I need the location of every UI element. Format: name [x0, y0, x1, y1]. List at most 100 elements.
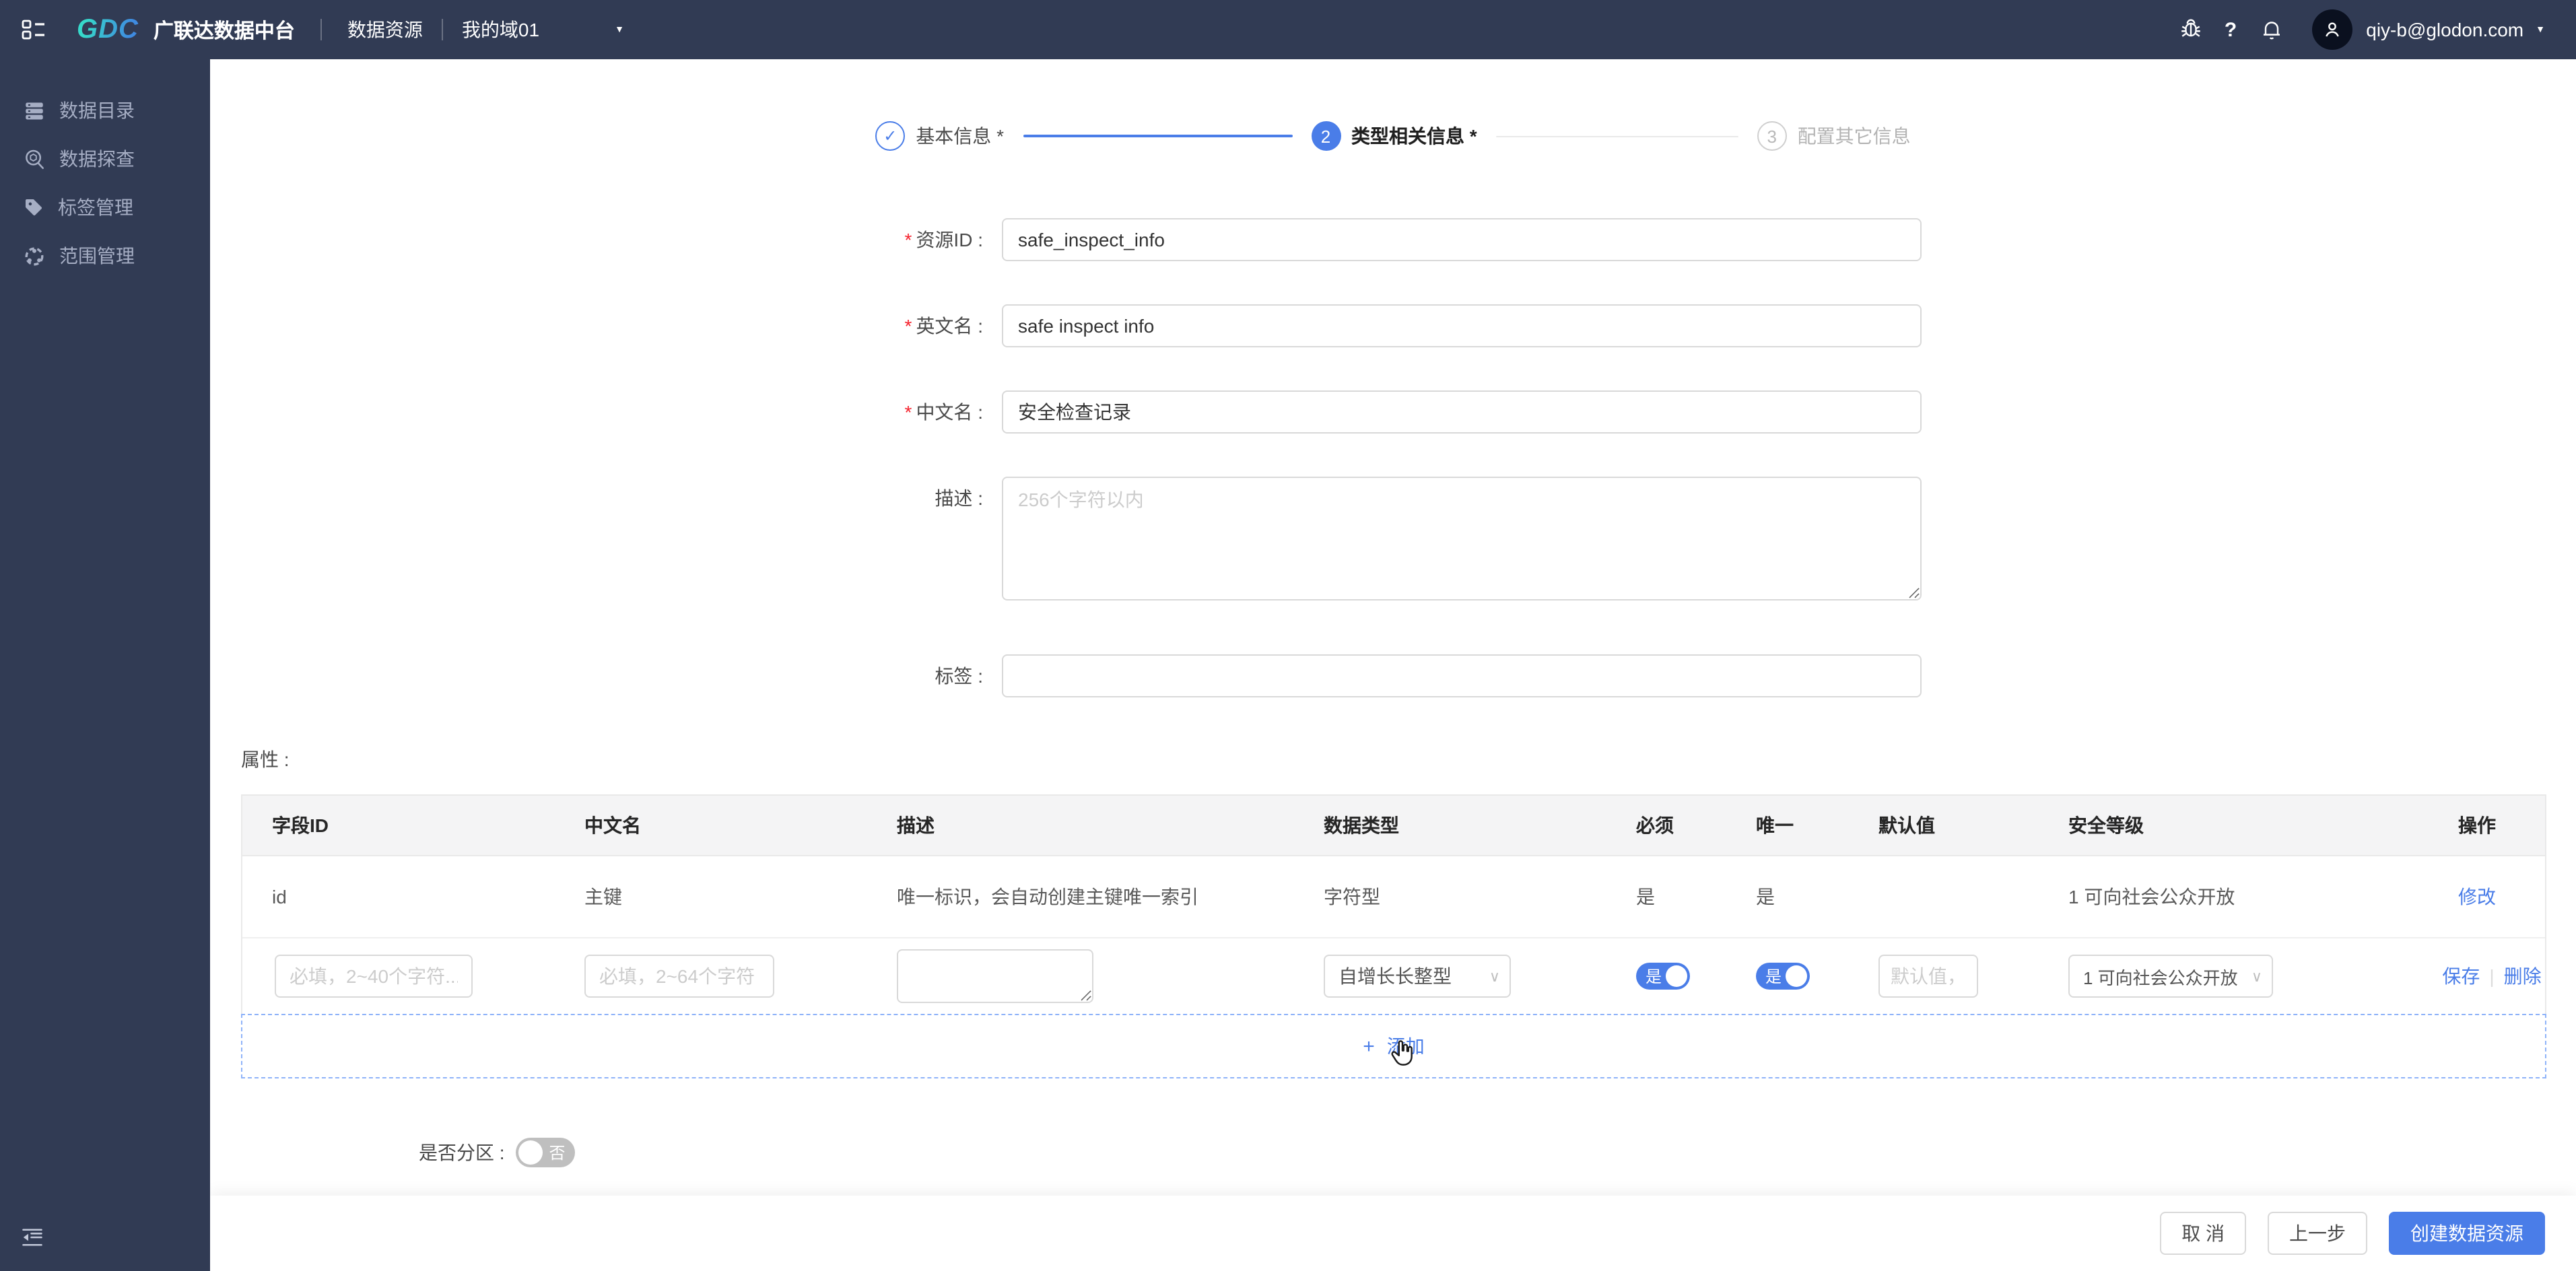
- help-icon[interactable]: ?: [2225, 18, 2237, 41]
- chevron-down-icon: ∨: [1489, 969, 1500, 985]
- chevron-down-icon: ∨: [2251, 969, 2262, 985]
- editor-field-id-input[interactable]: [275, 955, 473, 998]
- cell-field-id: id: [272, 886, 287, 907]
- page: GDC 广联达数据中台 数据资源 我的域01 ▼ ? qiy-b@glodon.…: [0, 0, 2576, 1271]
- sidebar-item-label: 数据目录: [59, 100, 135, 121]
- bug-report-icon[interactable]: [2179, 18, 2203, 42]
- toggle-knob: [518, 1140, 543, 1165]
- table-header-row: 字段ID 中文名 描述 数据类型 必须 唯一 默认值 安全等级 操作: [242, 796, 2545, 856]
- previous-step-button[interactable]: 上一步: [2268, 1212, 2367, 1255]
- resource-id-input[interactable]: [1002, 218, 1922, 261]
- gdc-logo: GDC: [77, 14, 139, 44]
- sidebar-collapse-icon[interactable]: [20, 1225, 44, 1253]
- form-row-resource-id: * 资源ID :: [210, 218, 2576, 261]
- domain-selector-label: 我的域01: [461, 19, 540, 40]
- form-row-tags: 标签 :: [210, 654, 2576, 697]
- person-icon: [2326, 22, 2340, 37]
- explore-search-icon: [26, 149, 44, 169]
- toggle-label: 是: [1765, 967, 1782, 986]
- attributes-section-label: 属性 :: [241, 749, 290, 770]
- attributes-table: 字段ID 中文名 描述 数据类型 必须 唯一 默认值 安全等级 操作 id 主键…: [241, 794, 2546, 1014]
- sidebar-item-scope-management[interactable]: 范围管理: [0, 232, 210, 280]
- description-textarea[interactable]: [1002, 477, 1922, 600]
- nav-data-resource[interactable]: 数据资源: [347, 16, 423, 43]
- notification-bell-icon[interactable]: [2260, 18, 2284, 42]
- cancel-button[interactable]: 取 消: [2160, 1212, 2246, 1255]
- caret-down-icon[interactable]: ▼: [2536, 25, 2545, 34]
- col-header-action: 操作: [2458, 815, 2496, 836]
- add-attribute-label: 添加: [1386, 1035, 1425, 1057]
- chinese-name-label: * 中文名 :: [904, 401, 983, 423]
- col-header-description: 描述: [897, 815, 935, 836]
- footer-action-bar: 取 消 上一步 创建数据资源: [210, 1196, 2576, 1271]
- resource-form: *资源ID : *英文名 : *中文名 : 描述 : 标签 :: [210, 218, 2576, 697]
- sidebar-item-data-explore[interactable]: 数据探查: [0, 135, 210, 183]
- step-indicator: ✓ 基本信息 * 2 类型相关信息 * 3 配置其它信息: [210, 121, 2576, 151]
- delete-link[interactable]: 删除: [2504, 963, 2542, 990]
- caret-down-icon: ▼: [615, 25, 624, 34]
- cell-required: 是: [1636, 886, 1655, 907]
- user-avatar[interactable]: [2312, 9, 2353, 50]
- form-row-chinese-name: * 中文名 :: [210, 390, 2576, 434]
- resource-id-label: * 资源ID :: [904, 229, 983, 250]
- col-header-data-type: 数据类型: [1324, 815, 1399, 836]
- toggle-label: 否: [549, 1144, 566, 1163]
- tags-input[interactable]: [1002, 654, 1922, 697]
- required-mark: *: [904, 401, 912, 423]
- security-value: 1 可向社会公众开放: [2083, 967, 2238, 988]
- cell-unique: 是: [1756, 886, 1775, 907]
- create-data-resource-button[interactable]: 创建数据资源: [2389, 1212, 2545, 1255]
- sidebar-item-label: 标签管理: [58, 197, 133, 218]
- tags-label: 标签 :: [935, 665, 983, 687]
- save-link[interactable]: 保存: [2442, 963, 2480, 990]
- editor-cn-name-input[interactable]: [584, 955, 774, 998]
- cell-cn-name: 主键: [584, 886, 622, 907]
- editor-unique-toggle[interactable]: 是: [1756, 963, 1810, 990]
- data-type-value: 自增长长整型: [1338, 965, 1452, 987]
- header-actions: ? qiy-b@glodon.com ▼: [2179, 9, 2545, 50]
- partition-toggle[interactable]: 否: [515, 1138, 575, 1167]
- step-3-label: 配置其它信息: [1797, 125, 1911, 147]
- app-title: 广联达数据中台: [153, 20, 295, 42]
- col-header-field-id: 字段ID: [272, 815, 329, 836]
- partition-row: 是否分区 : 否: [419, 1138, 2576, 1167]
- editor-default-input[interactable]: [1878, 955, 1978, 998]
- partition-label: 是否分区 :: [419, 1142, 505, 1163]
- table-row-id: id 主键 唯一标识，会自动创建主键唯一索引 字符型 是 是 1 可向社会公众开…: [242, 856, 2545, 938]
- app-header: GDC 广联达数据中台 数据资源 我的域01 ▼ ? qiy-b@glodon.…: [0, 0, 2576, 59]
- toggle-label: 是: [1646, 967, 1662, 986]
- chinese-name-input[interactable]: [1002, 390, 1922, 434]
- tag-icon: [26, 199, 42, 215]
- user-email[interactable]: qiy-b@glodon.com: [2366, 19, 2523, 40]
- domain-selector[interactable]: 我的域01 ▼: [462, 16, 624, 43]
- sidebar-item-tag-management[interactable]: 标签管理: [0, 183, 210, 232]
- english-name-label: * 英文名 :: [904, 315, 983, 337]
- required-mark: *: [904, 315, 912, 337]
- step-2-circle: 2: [1311, 121, 1341, 151]
- editor-description-textarea[interactable]: [897, 949, 1093, 1003]
- apps-menu-icon[interactable]: [22, 18, 46, 42]
- table-editor-row: 自增长长整型 ∨ 是 是: [242, 938, 2545, 1014]
- toggle-knob: [1666, 965, 1687, 987]
- step-connector-pending: [1495, 135, 1738, 137]
- step-3-circle: 3: [1757, 121, 1787, 151]
- cell-security: 1 可向社会公众开放: [2068, 886, 2235, 907]
- cell-description: 唯一标识，会自动创建主键唯一索引: [897, 886, 1198, 907]
- database-icon: [26, 102, 43, 119]
- cell-default: [1849, 856, 2039, 937]
- modify-link[interactable]: 修改: [2458, 886, 2496, 907]
- form-row-description: 描述 :: [210, 477, 2576, 600]
- col-header-unique: 唯一: [1756, 815, 1794, 836]
- sidebar-item-data-catalog[interactable]: 数据目录: [0, 86, 210, 135]
- cell-data-type: 字符型: [1324, 886, 1380, 907]
- editor-security-select[interactable]: 1 可向社会公众开放 ∨: [2068, 955, 2273, 998]
- english-name-input[interactable]: [1002, 304, 1922, 347]
- main-content: ✓ 基本信息 * 2 类型相关信息 * 3 配置其它信息 *资源ID : *英文…: [210, 59, 2576, 1196]
- editor-required-toggle[interactable]: 是: [1636, 963, 1690, 990]
- add-attribute-button[interactable]: + 添加: [241, 1014, 2546, 1078]
- col-header-default: 默认值: [1878, 815, 1935, 836]
- sidebar-menu: 数据目录 数据探查 标签管理 范围管理: [0, 59, 210, 280]
- editor-data-type-select[interactable]: 自增长长整型 ∨: [1324, 955, 1511, 998]
- step-1-check-icon: ✓: [875, 121, 906, 151]
- toggle-knob: [1786, 965, 1807, 987]
